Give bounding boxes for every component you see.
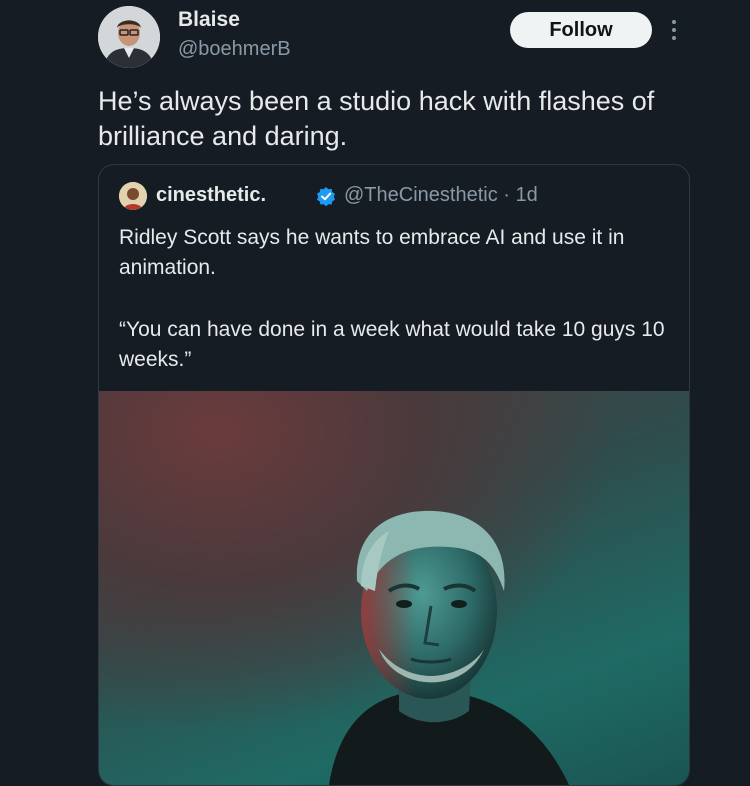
quoted-author-avatar[interactable] [119,182,147,210]
verified-badge-icon [316,186,336,207]
quoted-post-text: Ridley Scott says he wants to embrace AI… [119,226,625,279]
follow-button[interactable]: Follow [510,12,652,48]
quoted-post-quote: “You can have done in a week what would … [119,318,665,371]
author-avatar[interactable] [98,6,160,68]
more-options-icon[interactable] [664,16,684,44]
author-name[interactable]: Blaise [178,8,240,32]
quoted-post-image[interactable] [99,391,689,785]
quoted-author-name[interactable]: cinesthetic. [156,184,266,207]
author-handle[interactable]: @boehmerB [178,38,291,61]
post: Blaise @boehmerB Follow He’s always been… [0,0,750,786]
quoted-post-card[interactable]: cinesthetic. @TheCinesthetic · 1d Ridley… [98,164,690,786]
quoted-author-handle-time[interactable]: @TheCinesthetic · 1d [344,184,538,207]
post-text: He’s always been a studio hack with flas… [98,86,655,151]
